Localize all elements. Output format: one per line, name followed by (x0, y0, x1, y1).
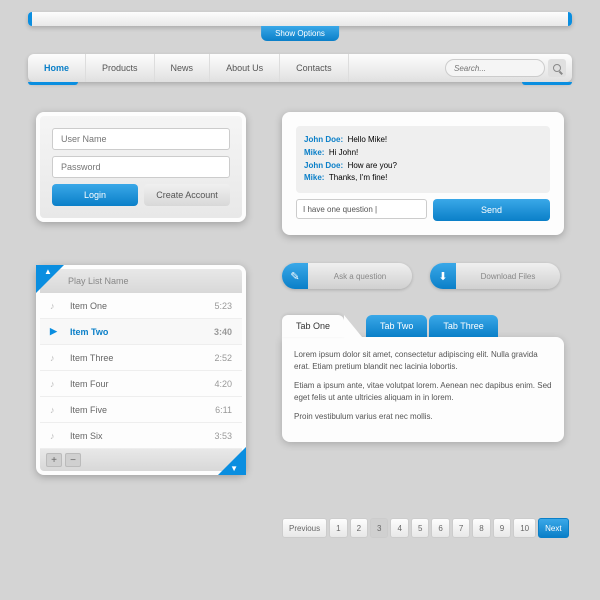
tab-paragraph: Lorem ipsum dolor sit amet, consectetur … (294, 349, 552, 373)
playlist-item[interactable]: ♪Item Five6:11 (40, 397, 242, 423)
music-note-icon: ♪ (50, 405, 64, 415)
search-button[interactable] (548, 59, 566, 77)
download-label: Download Files (456, 272, 560, 281)
login-button[interactable]: Login (52, 184, 138, 206)
page-5[interactable]: 5 (411, 518, 429, 538)
music-note-icon: ♪ (50, 353, 64, 363)
next-button[interactable]: Next (538, 518, 568, 538)
playlist-header: ▲ Play List Name (40, 269, 242, 293)
top-bar: Show Options (28, 12, 572, 26)
chat-line: Mike: Hi John! (304, 147, 542, 160)
username-field[interactable] (52, 128, 230, 150)
playlist-footer: + − ▼ (40, 449, 242, 471)
ask-label: Ask a question (308, 272, 412, 281)
download-icon: ⬇ (430, 263, 456, 289)
item-time: 6:11 (215, 405, 232, 415)
page-7[interactable]: 7 (452, 518, 470, 538)
search-icon (553, 64, 561, 72)
page-8[interactable]: 8 (472, 518, 490, 538)
tab-row: Tab One Tab Two Tab Three (282, 315, 564, 337)
tab-three[interactable]: Tab Three (429, 315, 497, 337)
tab-two[interactable]: Tab Two (366, 315, 427, 337)
nav-about[interactable]: About Us (210, 54, 280, 82)
item-time: 2:52 (214, 353, 232, 363)
item-name: Item Two (64, 327, 214, 337)
nav-home[interactable]: Home (28, 54, 86, 82)
page-1[interactable]: 1 (329, 518, 347, 538)
playlist-title: Play List Name (68, 276, 129, 286)
item-name: Item One (64, 301, 214, 311)
item-time: 4:20 (214, 379, 232, 389)
arrow-down-icon: ▼ (230, 464, 238, 473)
page-6[interactable]: 6 (431, 518, 449, 538)
music-note-icon: ♪ (50, 431, 64, 441)
tab-one[interactable]: Tab One (282, 315, 344, 337)
chat-bubble-icon: ✎ (282, 263, 308, 289)
prev-button[interactable]: Previous (282, 518, 327, 538)
show-options-tab[interactable]: Show Options (261, 26, 339, 41)
item-name: Item Six (64, 431, 214, 441)
nav-products[interactable]: Products (86, 54, 155, 82)
playlist-item[interactable]: ♪Item Six3:53 (40, 423, 242, 449)
page-3[interactable]: 3 (370, 518, 388, 538)
remove-button[interactable]: − (65, 453, 81, 467)
tab-paragraph: Proin vestibulum varius erat nec mollis. (294, 411, 552, 423)
ask-question-button[interactable]: ✎ Ask a question (282, 263, 412, 289)
send-button[interactable]: Send (433, 199, 550, 221)
chat-input[interactable] (296, 199, 427, 219)
password-field[interactable] (52, 156, 230, 178)
item-name: Item Five (64, 405, 215, 415)
chat-line: John Doe: Hello Mike! (304, 134, 542, 147)
search-input[interactable] (445, 59, 545, 77)
page-4[interactable]: 4 (390, 518, 408, 538)
playlist-item[interactable]: ▶Item Two3:40 (40, 319, 242, 345)
playlist-item[interactable]: ♪Item Three2:52 (40, 345, 242, 371)
chat-line: Mike: Thanks, I'm fine! (304, 172, 542, 185)
item-name: Item Three (64, 353, 214, 363)
nav-bar: Home Products News About Us Contacts (28, 54, 572, 82)
download-button[interactable]: ⬇ Download Files (430, 263, 560, 289)
tab-content: Lorem ipsum dolor sit amet, consectetur … (282, 337, 564, 442)
tabs-panel: Tab One Tab Two Tab Three Lorem ipsum do… (282, 315, 564, 442)
search-wrap (445, 59, 566, 77)
chat-panel: John Doe: Hello Mike! Mike: Hi John! Joh… (282, 112, 564, 235)
create-account-button[interactable]: Create Account (144, 184, 230, 206)
item-name: Item Four (64, 379, 214, 389)
item-time: 5:23 (214, 301, 232, 311)
login-panel: Login Create Account (36, 112, 246, 222)
music-note-icon: ♪ (50, 301, 64, 311)
chat-line: John Doe: How are you? (304, 160, 542, 173)
nav-contacts[interactable]: Contacts (280, 54, 349, 82)
playlist-panel: ▲ Play List Name ♪Item One5:23▶Item Two3… (36, 265, 246, 475)
playlist-list: ♪Item One5:23▶Item Two3:40♪Item Three2:5… (40, 293, 242, 449)
tab-paragraph: Etiam a ipsum ante, vitae volutpat lorem… (294, 380, 552, 404)
arrow-up-icon: ▲ (44, 267, 52, 276)
nav-news[interactable]: News (155, 54, 211, 82)
page-10[interactable]: 10 (513, 518, 536, 538)
chat-messages: John Doe: Hello Mike! Mike: Hi John! Joh… (296, 126, 550, 193)
item-time: 3:53 (214, 431, 232, 441)
page-9[interactable]: 9 (493, 518, 511, 538)
music-note-icon: ♪ (50, 379, 64, 389)
playlist-item[interactable]: ♪Item One5:23 (40, 293, 242, 319)
speech-tail (316, 223, 336, 243)
pagination: Previous 12345678910 Next (282, 518, 569, 538)
action-buttons: ✎ Ask a question ⬇ Download Files (282, 263, 560, 289)
item-time: 3:40 (214, 327, 232, 337)
add-button[interactable]: + (46, 453, 62, 467)
playlist-item[interactable]: ♪Item Four4:20 (40, 371, 242, 397)
page-2[interactable]: 2 (350, 518, 368, 538)
play-icon: ▶ (50, 326, 64, 337)
